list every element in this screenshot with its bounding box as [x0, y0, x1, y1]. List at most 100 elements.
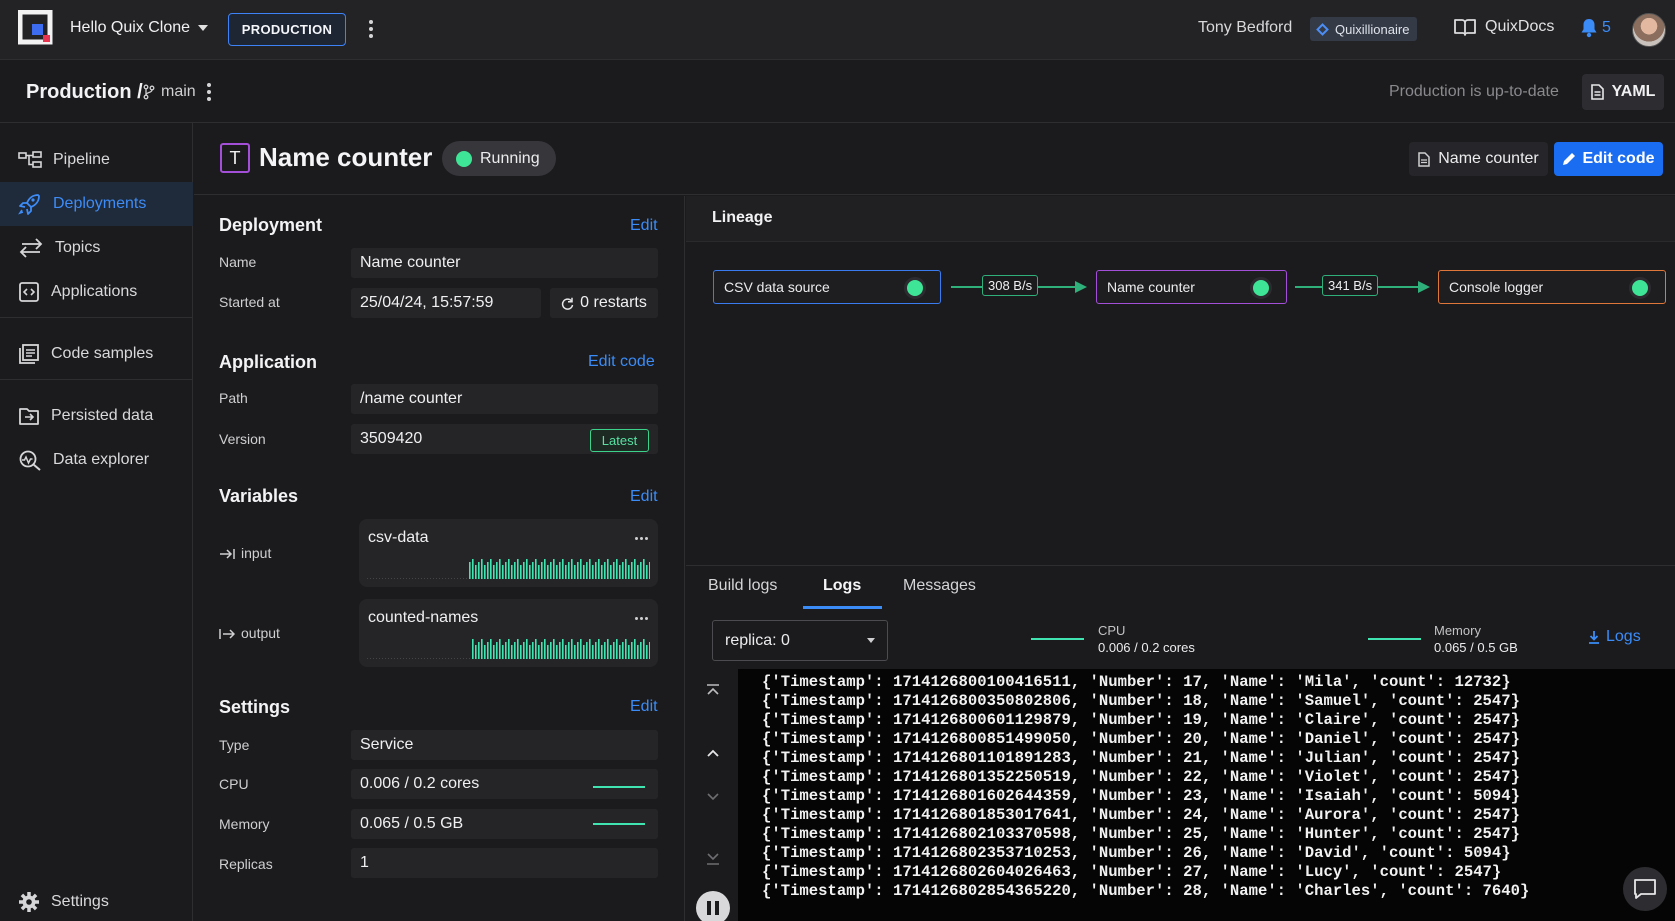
sparkline-bar	[412, 658, 413, 659]
version-label: Version	[219, 431, 266, 447]
open-file-button[interactable]: Name counter	[1409, 142, 1548, 176]
sparkline-bar	[541, 642, 543, 659]
sparkline-bar	[442, 658, 443, 659]
more-horizontal-icon[interactable]	[635, 537, 648, 540]
edit-variables-link[interactable]: Edit	[630, 488, 658, 506]
chevron-down-icon	[198, 25, 209, 31]
file-icon	[1418, 151, 1430, 167]
variable-card-input[interactable]: csv-data	[359, 519, 658, 587]
sparkline-bar	[415, 658, 416, 659]
lineage-node-current[interactable]: Name counter	[1096, 270, 1287, 304]
sparkline-bar	[631, 642, 633, 659]
sidebar-item-pipeline[interactable]: Pipeline	[0, 138, 193, 182]
user-name[interactable]: Tony Bedford	[1198, 19, 1292, 37]
sparkline-bar	[406, 578, 407, 579]
sparkline-bar	[481, 639, 483, 659]
scroll-to-top-icon[interactable]	[705, 683, 721, 699]
sparkline-bar	[433, 658, 434, 659]
sparkline-bar	[376, 658, 377, 659]
sidebar-item-persisted-data[interactable]: Persisted data	[0, 394, 193, 438]
node-label: Name counter	[1107, 279, 1195, 295]
sparkline-bar	[544, 639, 546, 659]
sparkline-bar	[472, 639, 474, 659]
sparkline-bar	[400, 658, 401, 659]
environment-menu-icon[interactable]	[203, 80, 215, 104]
edit-code-label: Edit code	[1582, 150, 1655, 167]
sidebar-item-code-samples[interactable]: Code samples	[0, 332, 193, 376]
sparkline-bar	[499, 639, 501, 659]
quix-logo[interactable]	[17, 9, 54, 46]
pause-button[interactable]	[696, 891, 730, 921]
sparkline-bar	[463, 658, 464, 659]
more-options-icon[interactable]	[364, 17, 378, 41]
output-arrow-icon	[219, 629, 236, 639]
bell-icon	[1581, 19, 1597, 38]
docs-link[interactable]: QuixDocs	[1453, 17, 1554, 37]
tab-messages[interactable]: Messages	[903, 577, 976, 595]
sidebar-item-settings[interactable]: Settings	[0, 880, 193, 921]
sparkline-bar	[400, 578, 401, 579]
notifications-button[interactable]: 5	[1580, 18, 1611, 38]
sparkline-bar	[493, 565, 495, 579]
sidebar-item-data-explorer[interactable]: Data explorer	[0, 438, 193, 482]
yaml-button[interactable]: YAML	[1582, 74, 1664, 110]
sparkline-bar	[598, 559, 600, 579]
project-name: Hello Quix Clone	[70, 19, 191, 36]
replica-select[interactable]: replica: 0	[712, 620, 888, 661]
sparkline-bar	[610, 565, 612, 579]
chat-button[interactable]	[1623, 867, 1667, 911]
sparkline-bar	[454, 658, 455, 659]
sparkline-bar	[451, 658, 452, 659]
tab-build-logs[interactable]: Build logs	[708, 577, 777, 595]
sparkline-bar	[637, 645, 639, 659]
sidebar-divider	[0, 379, 193, 380]
sparkline-bar	[514, 642, 516, 659]
sparkline-bar	[415, 578, 416, 579]
log-line: {'Timestamp': 1714126802854365220, 'Numb…	[762, 882, 1530, 900]
application-edit-code-link[interactable]: Edit code	[588, 353, 655, 371]
sparkline-bar	[490, 559, 492, 579]
sidebar-item-deployments[interactable]: Deployments	[0, 182, 193, 226]
sparkline-bar	[382, 578, 383, 579]
plan-badge[interactable]: Quixillionaire	[1310, 17, 1418, 41]
sparkline-bar	[571, 559, 573, 579]
sparkline-bar	[553, 639, 555, 659]
download-logs-label: Logs	[1606, 628, 1641, 645]
type-field: Service	[351, 730, 658, 760]
chevron-up-icon[interactable]	[705, 745, 721, 761]
sparkline-bar	[508, 559, 510, 579]
sparkline-bar	[409, 578, 410, 579]
scroll-to-bottom-icon[interactable]	[705, 850, 721, 866]
log-output[interactable]: {'Timestamp': 1714126800100416511, 'Numb…	[738, 669, 1675, 921]
variable-card-output[interactable]: counted-names	[359, 599, 658, 667]
sparkline-bar	[439, 658, 440, 659]
sparkline-bar	[598, 639, 600, 659]
deployment-section-title: Deployment	[219, 215, 323, 235]
sparkline-bar	[634, 639, 636, 659]
edit-code-button[interactable]: Edit code	[1554, 142, 1663, 176]
sparkline-bar	[445, 578, 446, 579]
edit-deployment-link[interactable]: Edit	[630, 217, 658, 235]
environment-button[interactable]: PRODUCTION	[228, 13, 346, 46]
more-horizontal-icon[interactable]	[635, 617, 648, 620]
edit-settings-link[interactable]: Edit	[630, 698, 658, 716]
lineage-node-source[interactable]: CSV data source	[713, 270, 941, 304]
sidebar-item-topics[interactable]: Topics	[0, 226, 193, 270]
lineage-node-destination[interactable]: Console logger	[1438, 270, 1666, 304]
branch-selector[interactable]: main	[143, 83, 196, 101]
arrows-icon	[19, 238, 43, 258]
chevron-down-icon[interactable]	[705, 789, 721, 805]
diamond-icon	[1316, 22, 1329, 36]
restarts-button[interactable]: 0 restarts	[550, 288, 658, 318]
download-logs-button[interactable]: Logs	[1588, 628, 1641, 646]
sidebar-item-applications[interactable]: Applications	[0, 270, 193, 314]
sparkline-bar	[424, 658, 425, 659]
sparkline-bar	[394, 658, 395, 659]
sparkline-bar	[484, 645, 486, 659]
environment-title[interactable]: Production /	[26, 81, 143, 104]
avatar[interactable]	[1632, 13, 1666, 47]
sparkline-bar	[502, 565, 504, 579]
settings-section-title: Settings	[219, 697, 291, 717]
project-selector[interactable]: Hello Quix Clone	[70, 19, 209, 37]
tab-logs[interactable]: Logs	[823, 577, 861, 595]
